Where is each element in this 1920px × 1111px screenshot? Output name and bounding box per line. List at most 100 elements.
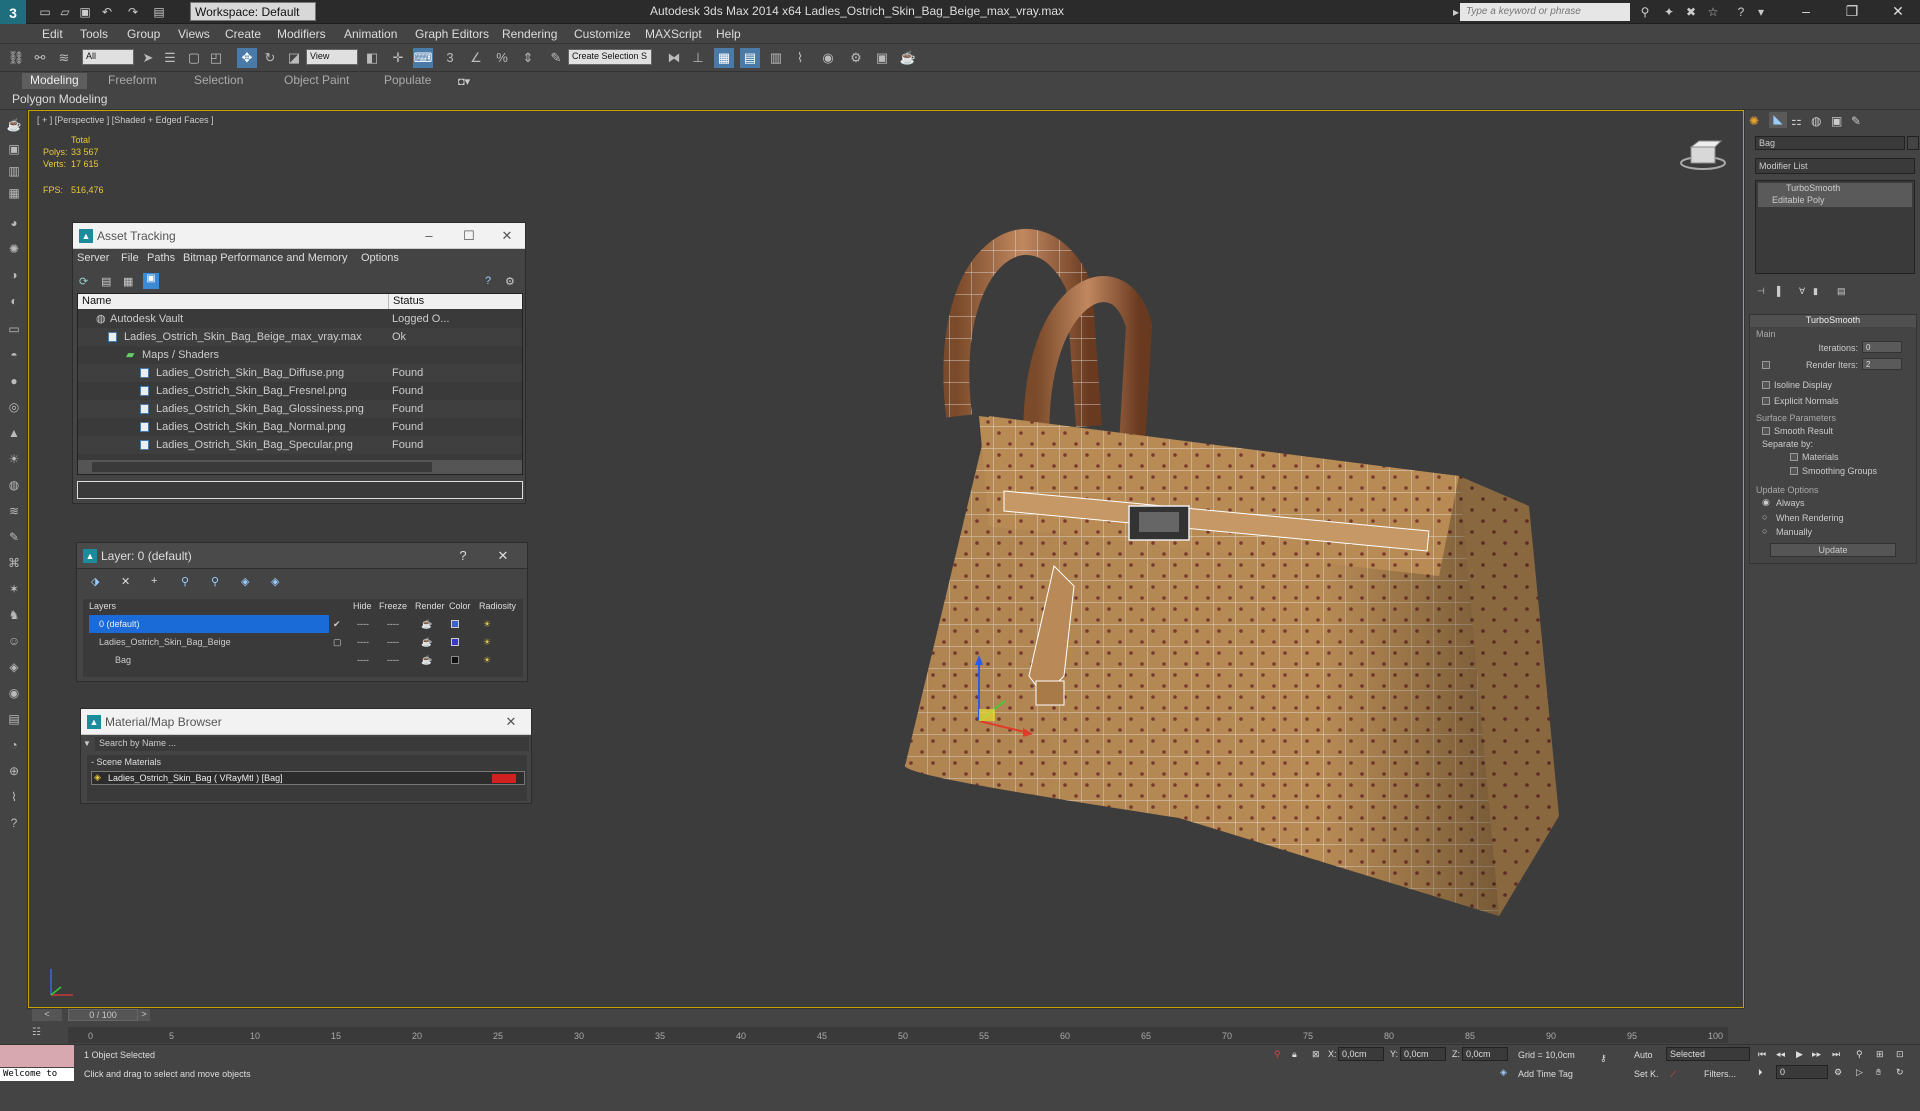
help-icon-asset[interactable]: ? [485,275,491,287]
layer-tools-icon[interactable]: ▤ [5,710,23,728]
modifier-list-dropdown[interactable]: Modifier List [1755,158,1915,174]
layer-freeze[interactable]: ---- [387,633,399,651]
col-render[interactable]: Render [415,601,445,611]
asset-tracking-titlebar[interactable]: ▲ Asset Tracking – ☐ ✕ [73,223,525,249]
radiosity-icon[interactable]: ☀ [483,633,491,651]
select-scale-icon[interactable]: ◪ [284,48,304,68]
z-coord-field[interactable]: 0,0cm [1462,1047,1508,1061]
particles-icon[interactable]: ✶ [5,580,23,598]
sun-icon[interactable]: ☀ [5,450,23,468]
configure-sets-icon[interactable]: ▤ [1837,286,1846,297]
menu-edit[interactable]: Edit [42,27,63,41]
render-iters-spinner[interactable]: 2 [1862,358,1902,370]
smoothing-groups-checkbox[interactable] [1790,467,1798,475]
menu-rendering[interactable]: Rendering [502,27,557,41]
help-dropdown-icon[interactable]: ▾ [1752,3,1770,21]
goto-start-icon[interactable]: ⏮ [1758,1049,1766,1060]
tab-selection[interactable]: Selection [186,73,251,89]
maximize-button[interactable]: ❐ [1830,0,1874,24]
viewcube-icon[interactable] [1679,139,1727,173]
hair-icon[interactable]: ≋ [5,502,23,520]
auto-key-button[interactable]: Auto [1634,1050,1653,1060]
new-file-icon[interactable]: ▭ [36,3,54,21]
absolute-mode-icon[interactable]: ⊠ [1312,1049,1320,1060]
edit-named-sets-icon[interactable]: ✎ [546,48,566,68]
key-mode-icon[interactable]: ⟋ [1670,1069,1676,1080]
menu-animation[interactable]: Animation [344,27,397,41]
zoom-all-icon[interactable]: ⊞ [1876,1049,1884,1060]
ref-coord-dropdown[interactable]: View [306,49,358,65]
create-tab-icon[interactable]: ✺ [1749,114,1759,128]
key-mode-toggle-icon[interactable]: ⏵ [1758,1067,1763,1078]
asset-row[interactable]: ◍ Autodesk Vault Logged O... [78,310,522,328]
layer-titlebar[interactable]: ▲ Layer: 0 (default) ? ✕ [77,543,527,569]
layer-freeze[interactable]: ---- [387,615,399,633]
set-key-button[interactable]: Set K. [1634,1069,1659,1079]
make-unique-icon[interactable]: ∀ [1799,286,1805,297]
helper-icon[interactable]: ◑ [5,266,23,284]
asset-row[interactable]: ▰ Maps / Shaders [78,346,522,364]
link-info-icon[interactable]: ◔ [5,736,23,754]
menu-create[interactable]: Create [225,27,261,41]
update-button[interactable]: Update [1770,543,1896,557]
layer-explorer-icon[interactable]: ▤ [740,48,760,68]
torus-icon[interactable]: ◎ [5,398,23,416]
manually-radio[interactable]: ○ [1762,526,1767,536]
tab-populate[interactable]: Populate [376,73,439,89]
save-icon[interactable]: ▣ [76,3,94,21]
menu-bitmap-performance[interactable]: Bitmap Performance and Memory [183,252,347,264]
align-icon[interactable]: ⊥ [688,48,708,68]
render-teapot-icon[interactable]: ☕ [421,651,432,669]
layer-color-swatch[interactable] [451,620,459,628]
help-circle-icon[interactable]: ? [5,814,23,832]
isolate-icon[interactable]: ⚲ [1274,1049,1281,1060]
asset-row[interactable]: Ladies_Ostrich_Skin_Bag_Fresnel.png Foun… [78,382,522,400]
favorites-star-icon[interactable]: ☆ [1704,3,1722,21]
teapot-icon[interactable]: ☕ [5,116,23,134]
select-by-name-icon[interactable]: ☰ [160,48,180,68]
asset-row[interactable]: Ladies_Ostrich_Skin_Bag_Normal.png Found [78,418,522,436]
workspace-dropdown[interactable]: Workspace: Default [190,2,316,21]
render-production-icon[interactable]: ☕ [898,48,918,68]
pivot-center-icon[interactable]: ◧ [362,48,382,68]
rollout-title[interactable]: TurboSmooth [1750,315,1916,327]
asset-path-field[interactable] [77,481,523,499]
render-iters-checkbox[interactable] [1762,361,1770,369]
material-browser-close[interactable]: ✕ [495,709,527,735]
asset-row[interactable]: Ladies_Ostrich_Skin_Bag_Glossiness.png F… [78,400,522,418]
time-config-icon[interactable]: ⚙ [1834,1067,1842,1078]
spacewarp-icon[interactable]: ◐ [5,292,23,310]
key-filter-dropdown[interactable]: Selected [1666,1047,1750,1061]
percent-snap-icon[interactable]: % [492,48,512,68]
binoculars-icon[interactable]: ⚲ [1636,3,1654,21]
layer-hide[interactable]: ---- [357,633,369,651]
dialog-maximize-button[interactable]: ☐ [453,223,485,249]
time-slider[interactable]: 0 / 100 [68,1009,138,1021]
zoom-extents-icon[interactable]: ⊡ [1896,1049,1904,1060]
when-rendering-radio[interactable]: ○ [1762,512,1767,522]
tab-freeform[interactable]: Freeform [100,73,165,89]
maxscript-welcome[interactable]: Welcome to [0,1068,74,1081]
add-time-tag[interactable]: Add Time Tag [1518,1069,1573,1079]
curve-editor-icon[interactable]: ⌇ [790,48,810,68]
track-bar[interactable]: 0 5 10 15 20 25 30 35 40 45 50 55 60 65 70 75 80 85 90 95 10… [68,1027,1728,1043]
layer-active-box-icon[interactable]: ▢ [333,633,342,651]
redo-icon[interactable]: ↷ [124,3,142,21]
camera-icon[interactable]: ◕ [5,214,23,232]
menu-modifiers[interactable]: Modifiers [277,27,326,41]
col-color[interactable]: Color [449,601,471,611]
dialog-minimize-button[interactable]: – [413,223,445,249]
layer-close-button[interactable]: ✕ [487,543,519,569]
freeze-all-icon[interactable]: ◈ [271,575,279,588]
vray-icon[interactable]: ◉ [5,684,23,702]
prev-frame-icon[interactable]: ◂◂ [1776,1049,1785,1060]
filters-button[interactable]: Filters... [1704,1069,1736,1079]
selection-filter-dropdown[interactable]: All [82,49,134,65]
tab-object-paint[interactable]: Object Paint [276,73,357,89]
snaps-toggle-icon[interactable]: 3 [440,48,460,68]
subscription-icon[interactable]: ✦ [1660,3,1678,21]
menu-customize[interactable]: Customize [574,27,631,41]
geosphere-icon[interactable]: ◍ [5,476,23,494]
layer-hide[interactable]: ---- [357,615,369,633]
bind-space-warp-icon[interactable]: ≋ [54,48,74,68]
